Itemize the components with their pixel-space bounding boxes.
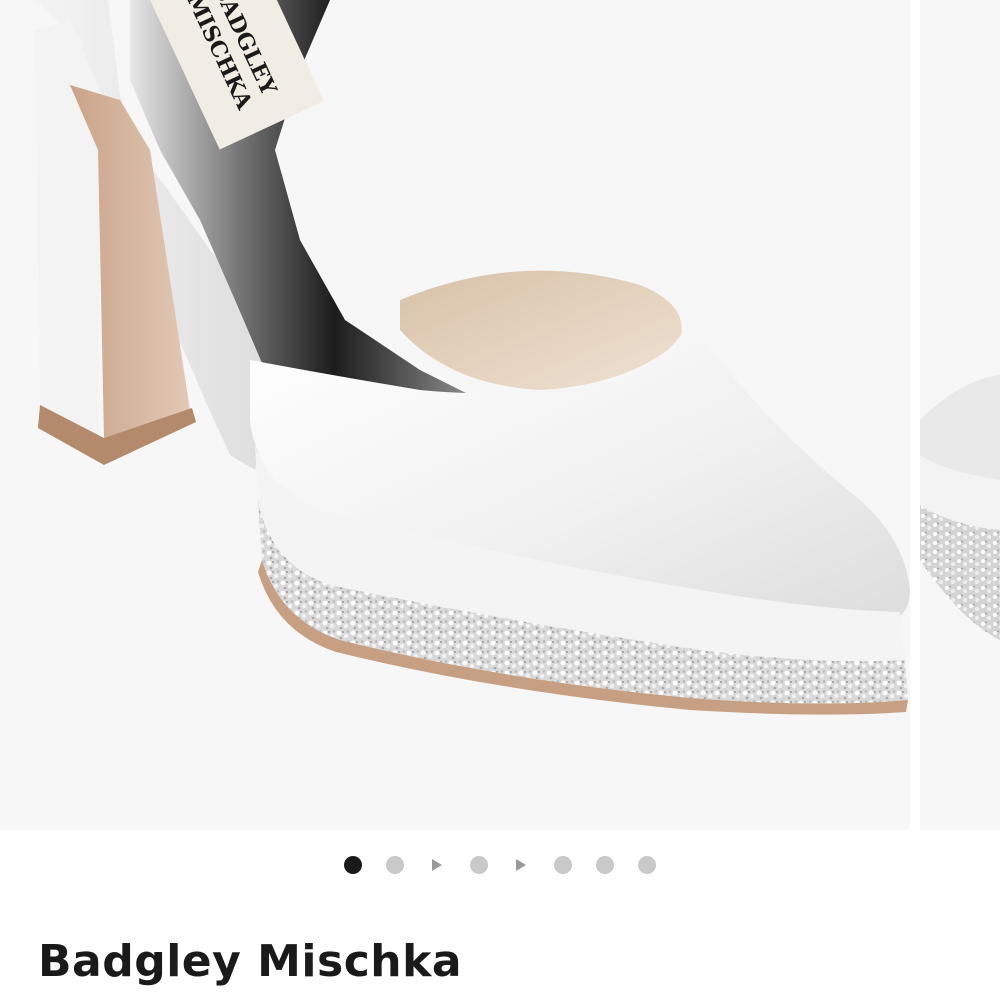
carousel-dot	[638, 856, 656, 874]
carousel-video-3[interactable]	[416, 852, 458, 878]
shoe-photo-preview	[920, 375, 1000, 640]
carousel-dot	[596, 856, 614, 874]
carousel-dot	[554, 856, 572, 874]
product-image-main[interactable]: BADGLEY MISCHKA	[0, 0, 910, 830]
carousel-dot-2[interactable]	[374, 852, 416, 878]
shoe-photo: BADGLEY MISCHKA	[35, 0, 910, 715]
carousel-dot-1[interactable]	[332, 852, 374, 878]
carousel-dot-active	[344, 856, 362, 874]
carousel-dot-7[interactable]	[584, 852, 626, 878]
play-icon	[516, 859, 526, 871]
carousel-video-5[interactable]	[500, 852, 542, 878]
carousel-dot-6[interactable]	[542, 852, 584, 878]
carousel-dot	[386, 856, 404, 874]
carousel-dot-4[interactable]	[458, 852, 500, 878]
product-brand-link[interactable]: Badgley Mischka	[38, 932, 462, 992]
carousel-dot-8[interactable]	[626, 852, 668, 878]
product-image-next-preview[interactable]	[920, 0, 1000, 830]
carousel-indicators	[0, 852, 1000, 878]
carousel-dot	[470, 856, 488, 874]
product-page: BADGLEY MISCHKA Badgley Mischka	[0, 0, 1000, 1000]
play-icon	[432, 859, 442, 871]
product-image-carousel[interactable]: BADGLEY MISCHKA	[0, 0, 1000, 830]
